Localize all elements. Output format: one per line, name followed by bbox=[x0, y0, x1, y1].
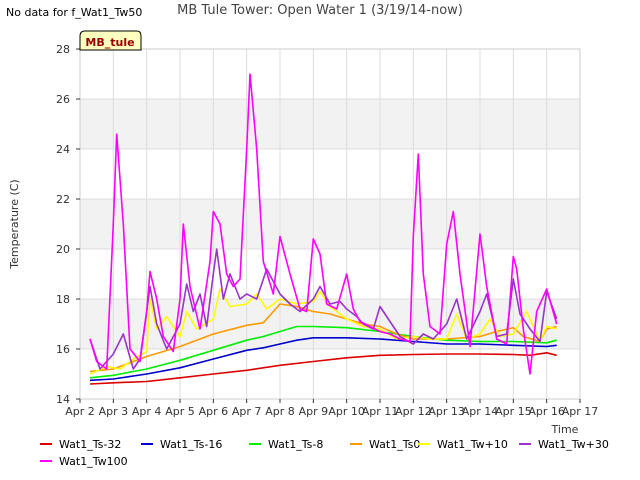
x-axis-ticks: Apr 2 Apr 3 Apr 4 Apr 5 Apr 6 Apr 7 Apr 8 Apr 9… bbox=[65, 399, 598, 418]
legend-item: Wat1_Tw+10 bbox=[418, 438, 508, 451]
y-tick-label: 24 bbox=[56, 143, 70, 156]
x-tick-label: Apr 17 bbox=[562, 405, 599, 418]
y-tick-label: 20 bbox=[56, 243, 70, 256]
x-tick-label: Apr 16 bbox=[528, 405, 565, 418]
x-tick-label: Apr 6 bbox=[199, 405, 229, 418]
x-tick-label: Apr 11 bbox=[362, 405, 399, 418]
x-tick-label: Apr 10 bbox=[328, 405, 365, 418]
y-axis-label: Temperature (C) bbox=[8, 179, 21, 269]
x-tick-label: Apr 2 bbox=[65, 405, 95, 418]
y-tick-label: 18 bbox=[56, 293, 70, 306]
legend-label: Wat1_Tw+30 bbox=[538, 438, 609, 451]
legend-item: Wat1_Tw100 bbox=[40, 455, 128, 468]
legend-label: Wat1_Ts-32 bbox=[59, 438, 121, 451]
x-tick-label: Apr 8 bbox=[265, 405, 295, 418]
line-chart: Apr 2 Apr 3 Apr 4 Apr 5 Apr 6 Apr 7 Apr 8 Apr 9… bbox=[8, 30, 609, 468]
x-tick-label: Apr 14 bbox=[462, 405, 499, 418]
x-tick-label: Apr 9 bbox=[299, 405, 329, 418]
legend-item: Wat1_Ts-8 bbox=[249, 438, 323, 451]
legend-label: Wat1_Ts-16 bbox=[160, 438, 222, 451]
x-tick-label: Apr 15 bbox=[495, 405, 532, 418]
x-tick-label: Apr 13 bbox=[428, 405, 465, 418]
x-tick-label: Apr 3 bbox=[99, 405, 129, 418]
background-band bbox=[80, 99, 580, 149]
site-tag-label: MB_tule bbox=[85, 36, 134, 49]
x-tick-label: Apr 12 bbox=[395, 405, 432, 418]
legend-label: Wat1_Tw100 bbox=[59, 455, 128, 468]
y-tick-label: 26 bbox=[56, 93, 70, 106]
legend: Wat1_Ts-32 Wat1_Ts-16 Wat1_Ts-8 Wat1_Ts0 Wat… bbox=[40, 438, 609, 468]
y-tick-label: 16 bbox=[56, 343, 70, 356]
site-tag-box: MB_tule bbox=[79, 30, 142, 51]
background-band bbox=[80, 199, 580, 249]
x-tick-label: Apr 7 bbox=[232, 405, 262, 418]
y-tick-label: 22 bbox=[56, 193, 70, 206]
legend-label: Wat1_Ts-8 bbox=[268, 438, 323, 451]
x-axis-label: Time bbox=[551, 423, 579, 436]
y-tick-label: 28 bbox=[56, 43, 70, 56]
legend-label: Wat1_Tw+10 bbox=[437, 438, 508, 451]
y-axis-ticks: 14 16 18 20 22 24 26 28 bbox=[56, 43, 80, 406]
y-tick-label: 14 bbox=[56, 393, 70, 406]
x-tick-label: Apr 4 bbox=[132, 405, 162, 418]
x-tick-label: Apr 5 bbox=[165, 405, 195, 418]
legend-item: Wat1_Ts0 bbox=[350, 438, 420, 451]
legend-label: Wat1_Ts0 bbox=[369, 438, 420, 451]
legend-item: Wat1_Tw+30 bbox=[519, 438, 609, 451]
legend-item: Wat1_Ts-32 bbox=[40, 438, 121, 451]
series-line-wat1-ts-32 bbox=[89, 351, 557, 385]
legend-item: Wat1_Ts-16 bbox=[141, 438, 222, 451]
